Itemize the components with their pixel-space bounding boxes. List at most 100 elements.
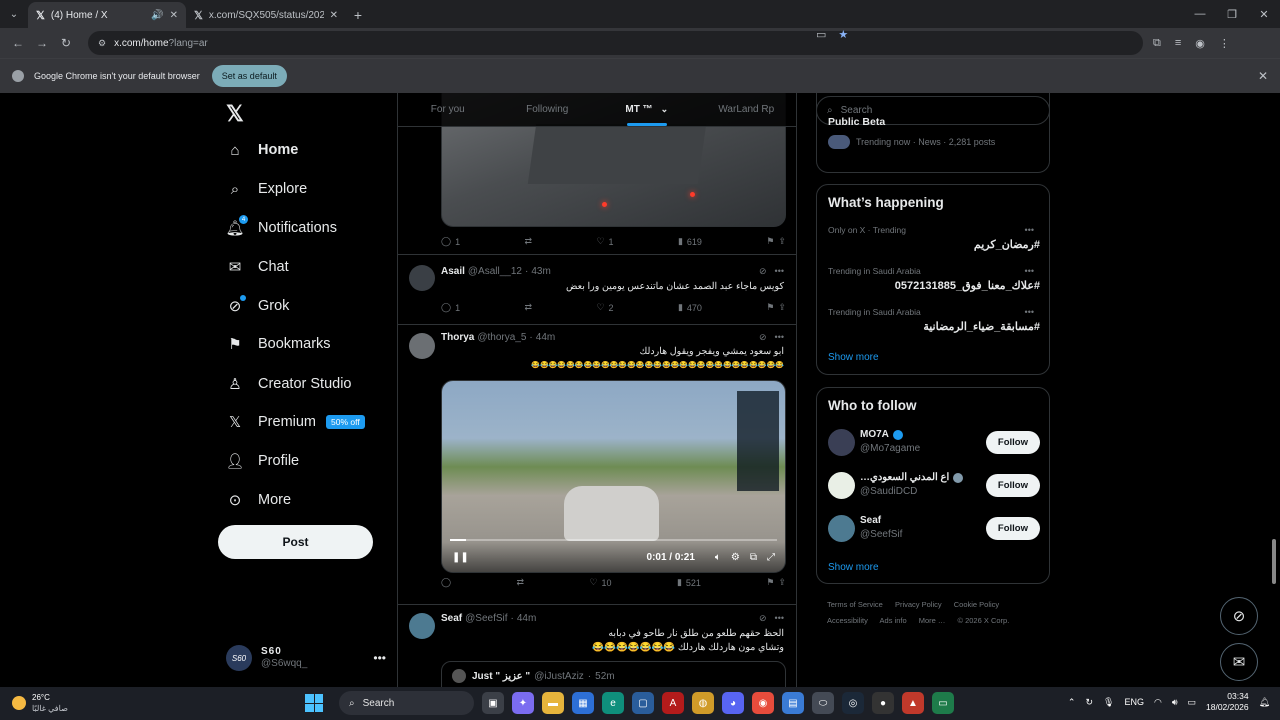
- account-switcher[interactable]: S60 S60 @S6wqq_ •••: [226, 643, 386, 673]
- bookmark-button[interactable]: ⚑ ⇪: [766, 302, 786, 313]
- forward-icon[interactable]: →: [30, 31, 54, 55]
- language-indicator[interactable]: ENG: [1124, 697, 1144, 707]
- extensions-icon[interactable]: ⧉: [1153, 37, 1161, 50]
- media-icon[interactable]: ≡: [1175, 37, 1181, 50]
- chevron-up-icon[interactable]: ⌃: [1068, 697, 1076, 708]
- weather-widget[interactable]: 26°C صافي غالبًا: [12, 692, 68, 714]
- tab-warland-rp[interactable]: WarLand Rp: [697, 93, 797, 126]
- like-button[interactable]: ♡ 10: [589, 577, 611, 588]
- tweet[interactable]: Seaf @SeefSif · 44m ⊘ ••• الحظ حقهم طلعو…: [398, 605, 796, 687]
- bookmark-button[interactable]: ⚑ ⇪: [766, 577, 786, 588]
- repost-button[interactable]: ⇄: [525, 236, 533, 247]
- show-more-link[interactable]: Show more: [828, 352, 879, 363]
- views-button[interactable]: ▮ 619: [678, 236, 702, 247]
- more-dots-icon[interactable]: •••: [1025, 266, 1034, 276]
- repost-button[interactable]: ⇄: [516, 577, 524, 588]
- nav-item-explore[interactable]: ⌕ Explore: [226, 174, 307, 204]
- notifications-bell-icon[interactable]: 🔔︎: [1259, 697, 1270, 708]
- popout-icon[interactable]: ⧉: [750, 552, 757, 563]
- tab-close-icon[interactable]: ✕: [330, 10, 338, 21]
- edge-icon[interactable]: e: [602, 692, 624, 714]
- task-view-icon[interactable]: ▣: [482, 692, 504, 714]
- follow-button[interactable]: Follow: [985, 516, 1040, 540]
- battery-icon[interactable]: ▭: [1188, 697, 1197, 708]
- nav-item-chat[interactable]: ✉ Chat: [226, 252, 289, 282]
- reply-button[interactable]: ◯ 1: [441, 236, 460, 247]
- browser-tab[interactable]: 𝕏 x.com/SQX505/status/202369… ✕: [186, 2, 346, 28]
- tweet[interactable]: Thorya @thorya_5 · 44m ⊘ ••• ابو سعود يم…: [398, 325, 796, 605]
- reply-button[interactable]: ◯ 1: [441, 302, 460, 313]
- app-icon[interactable]: ▢: [632, 692, 654, 714]
- infobar-close-icon[interactable]: ✕: [1258, 69, 1268, 83]
- steam-icon[interactable]: ◎: [842, 692, 864, 714]
- wifi-icon[interactable]: ◠: [1154, 697, 1162, 708]
- nav-item-bookmarks[interactable]: ⚑ Bookmarks: [226, 329, 330, 359]
- file-explorer-icon[interactable]: ▬: [542, 692, 564, 714]
- avatar[interactable]: [409, 613, 435, 639]
- quoted-tweet[interactable]: Just " عزيز " @iJustAziz · 52m: [441, 661, 786, 687]
- like-button[interactable]: ♡ 2: [596, 302, 613, 313]
- messages-fab-button[interactable]: ✉: [1220, 643, 1258, 681]
- app-icon[interactable]: ▲: [902, 692, 924, 714]
- more-dots-icon[interactable]: •••: [775, 613, 784, 624]
- copilot-icon[interactable]: ✦: [512, 692, 534, 714]
- tab-mt[interactable]: MT ™ ⌄: [597, 93, 697, 126]
- footer-link[interactable]: Accessibility: [827, 616, 868, 625]
- nav-item-home[interactable]: ⌂ Home: [226, 135, 298, 165]
- show-more-link[interactable]: Show more: [828, 562, 879, 573]
- more-dots-icon[interactable]: •••: [1025, 307, 1034, 317]
- audio-icon[interactable]: 🔊: [151, 10, 163, 21]
- page-scrollbar[interactable]: [1270, 95, 1278, 685]
- tab-following[interactable]: Following: [498, 93, 598, 126]
- footer-link[interactable]: Ads info: [880, 616, 907, 625]
- chevron-down-icon[interactable]: ⌄: [661, 104, 669, 115]
- nav-item-grok[interactable]: ⊘ Grok: [226, 291, 289, 321]
- clock[interactable]: 03:34 18/02/2026: [1206, 691, 1249, 713]
- follow-suggestion[interactable]: MO7A @Mo7agame Follow: [828, 426, 1040, 458]
- footer-link[interactable]: Privacy Policy: [895, 600, 942, 609]
- scrollbar-thumb[interactable]: [1272, 539, 1276, 584]
- pause-icon[interactable]: ❚❚: [452, 552, 469, 563]
- site-info-icon[interactable]: ⚙: [98, 38, 106, 49]
- tweet[interactable]: Asail @Asall__12 · 43m ⊘ ••• كويس ماجاء …: [398, 255, 796, 325]
- grok-fab-button[interactable]: ⊘: [1220, 597, 1258, 635]
- new-tab-button[interactable]: +: [346, 2, 370, 28]
- omnibox[interactable]: ⚙ x.com/home?lang=ar ▭ ★: [88, 29, 1143, 55]
- more-dots-icon[interactable]: •••: [775, 332, 784, 343]
- set-default-button[interactable]: Set as default: [211, 65, 287, 87]
- app-icon[interactable]: ▤: [782, 692, 804, 714]
- tab-close-icon[interactable]: ✕: [170, 10, 178, 21]
- volume-icon[interactable]: 🔈︎: [715, 552, 721, 563]
- app-icon[interactable]: ◍: [692, 692, 714, 714]
- reload-icon[interactable]: ↻: [54, 31, 78, 55]
- video-progress-bar[interactable]: [450, 539, 777, 541]
- sync-icon[interactable]: ↻: [1085, 697, 1093, 708]
- profile-icon[interactable]: ◉: [1195, 37, 1205, 50]
- trend-item[interactable]: Trending in Saudi Arabia #علاك_معنا_فوق_…: [828, 266, 1040, 292]
- tab-search-button[interactable]: ⌄: [0, 0, 28, 28]
- acrobat-icon[interactable]: A: [662, 692, 684, 714]
- reply-button[interactable]: ◯: [441, 577, 451, 588]
- minimize-icon[interactable]: —: [1184, 0, 1216, 28]
- app-icon[interactable]: ▭: [932, 692, 954, 714]
- x-logo-icon[interactable]: 𝕏: [226, 101, 244, 127]
- app-icon[interactable]: ●: [872, 692, 894, 714]
- more-dots-icon[interactable]: •••: [775, 266, 784, 277]
- news-card[interactable]: Public Beta Trending now · News · 2,281 …: [816, 93, 1050, 173]
- windows-start-icon[interactable]: [305, 694, 323, 712]
- footer-link[interactable]: Terms of Service: [827, 600, 883, 609]
- nav-item-premium[interactable]: 𝕏 Premium 50% off: [226, 407, 365, 437]
- volume-icon[interactable]: 🔊︎: [1172, 697, 1178, 708]
- follow-suggestion[interactable]: Seaf @SeefSif Follow: [828, 512, 1040, 544]
- mic-icon[interactable]: 🎙︎: [1103, 697, 1114, 708]
- avatar[interactable]: [409, 333, 435, 359]
- fullscreen-icon[interactable]: ⤢: [767, 552, 775, 563]
- footer-link[interactable]: More …: [919, 616, 946, 625]
- nav-item-creator-studio[interactable]: ♙ Creator Studio: [226, 369, 351, 399]
- chrome-menu-icon[interactable]: ⋮: [1219, 37, 1230, 50]
- tab-for-you[interactable]: For you: [398, 93, 498, 126]
- nav-item-notifications[interactable]: 🔔︎ 4 Notifications: [225, 213, 337, 243]
- taskbar-search[interactable]: ⌕ Search: [339, 691, 474, 715]
- repost-button[interactable]: ⇄: [525, 302, 533, 313]
- tweet-video[interactable]: ❚❚ 0:01 / 0:21 🔈︎ ⚙ ⧉ ⤢: [441, 380, 786, 573]
